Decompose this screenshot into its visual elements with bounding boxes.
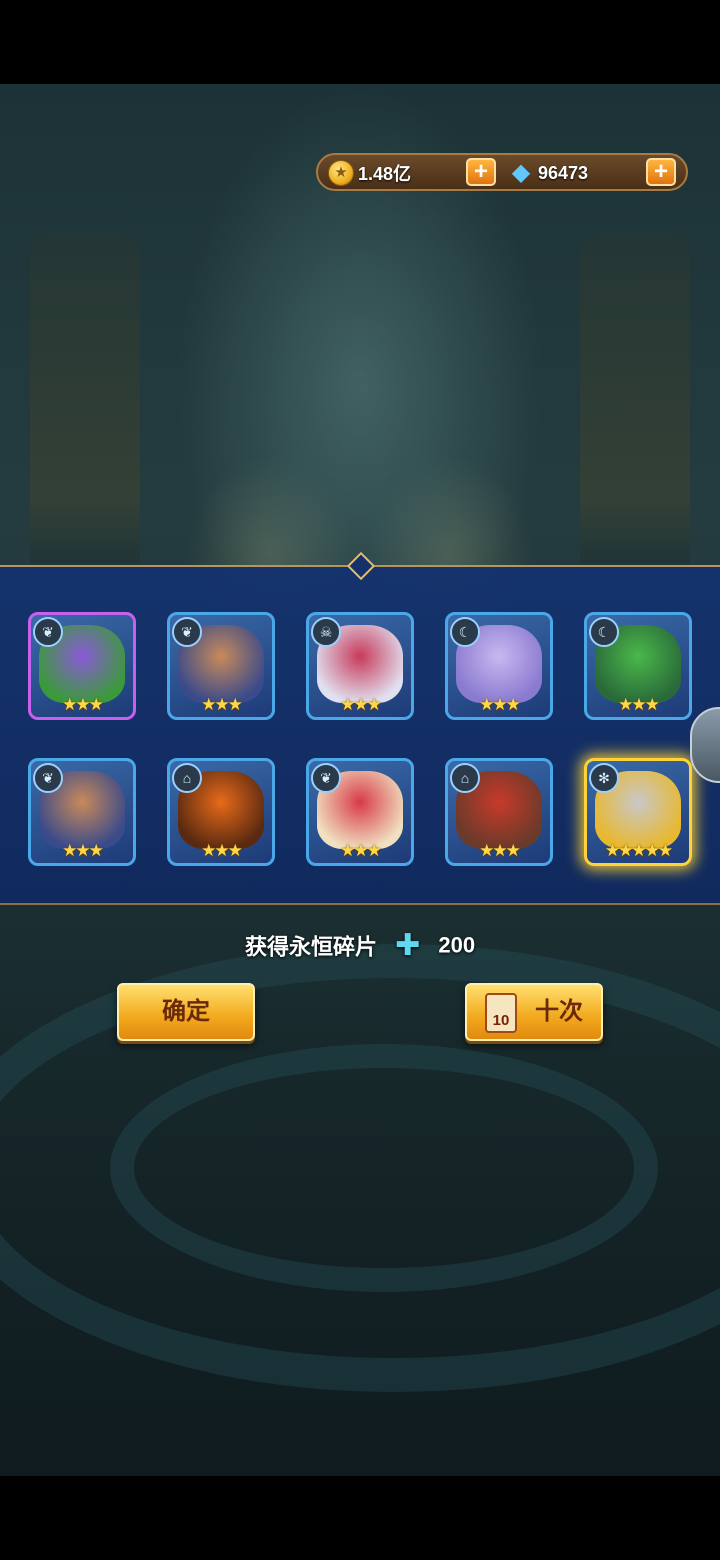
hero-card[interactable]: ⌂ ★★★	[445, 758, 553, 866]
hero-card[interactable]: ⌂ ★★★	[167, 758, 275, 866]
hero-card[interactable]: ❦ ★★★	[28, 758, 136, 866]
faction-nature-icon: ❦	[33, 763, 63, 793]
ten-badge: 10	[492, 1012, 510, 1029]
right-pillar	[580, 234, 690, 564]
add-gold-button[interactable]: +	[466, 158, 496, 186]
summon-scroll-icon: 10	[485, 993, 517, 1033]
hero-card[interactable]: ☾ ★★★	[445, 612, 553, 720]
gem-display: ◆ 96473	[508, 159, 588, 187]
faction-nature-icon: ❦	[33, 617, 63, 647]
star-rating: ★★★★★	[604, 841, 673, 860]
summon-ten-label: 十次	[535, 998, 583, 1025]
puzzle-piece-icon: ✚	[395, 929, 421, 962]
gold-coin-icon: ★	[328, 160, 354, 186]
hero-card[interactable]: ❦ ★★★	[28, 612, 136, 720]
star-rating: ★★★	[618, 695, 660, 714]
hero-card[interactable]: ❦ ★★★	[167, 612, 275, 720]
hero-card[interactable]: ☠ ★★★	[306, 612, 414, 720]
reward-amount: 200	[438, 932, 476, 958]
hero-card[interactable]: ❦ ★★★	[306, 758, 414, 866]
summon-ten-button[interactable]: 10 十次	[465, 983, 603, 1041]
gem-amount: 96473	[538, 162, 589, 183]
star-rating: ★★★	[201, 841, 243, 860]
faction-nature-icon: ❦	[311, 763, 341, 793]
gold-display: ★ 1.48亿	[328, 159, 411, 187]
reward-summary: 获得永恒碎片 ✚ 200	[0, 928, 720, 962]
star-rating: ★★★	[201, 695, 243, 714]
star-rating: ★★★	[62, 695, 104, 714]
faction-shadow-icon: ☾	[589, 617, 619, 647]
currency-bar: ★ 1.48亿 + ◆ 96473 +	[316, 153, 688, 191]
hero-card[interactable]: ✻ ★★★★★	[584, 758, 692, 866]
faction-fortress-icon: ⌂	[172, 763, 202, 793]
star-rating: ★★★	[62, 841, 104, 860]
floor-emblem-inner	[110, 1044, 658, 1292]
diamond-icon: ◆	[511, 159, 531, 186]
hero-card[interactable]: ☾ ★★★	[584, 612, 692, 720]
star-rating: ★★★	[340, 695, 382, 714]
faction-light-icon: ✻	[589, 763, 619, 793]
reward-label: 获得永恒碎片	[244, 934, 377, 960]
faction-nature-icon: ❦	[172, 617, 202, 647]
side-drawer-handle[interactable]	[690, 707, 720, 783]
faction-fortress-icon: ⌂	[450, 763, 480, 793]
gold-amount: 1.48亿	[358, 164, 412, 184]
confirm-button[interactable]: 确定	[117, 983, 255, 1041]
star-rating: ★★★	[340, 841, 382, 860]
reward-panel: ❦ ★★★ ❦ ★★★ ☠ ★★★ ☾ ★★★ ☾ ★★★ ❦ ★★★ ⌂ ★★★ ❦ ★★★ ⌂ ★★★ ✻ ★★★…	[0, 551, 720, 905]
add-gems-button[interactable]: +	[646, 158, 676, 186]
faction-shadow-icon: ☾	[450, 617, 480, 647]
faction-shadow-icon: ☠	[311, 617, 341, 647]
left-pillar	[30, 234, 140, 564]
star-rating: ★★★	[479, 841, 521, 860]
star-rating: ★★★	[479, 695, 521, 714]
